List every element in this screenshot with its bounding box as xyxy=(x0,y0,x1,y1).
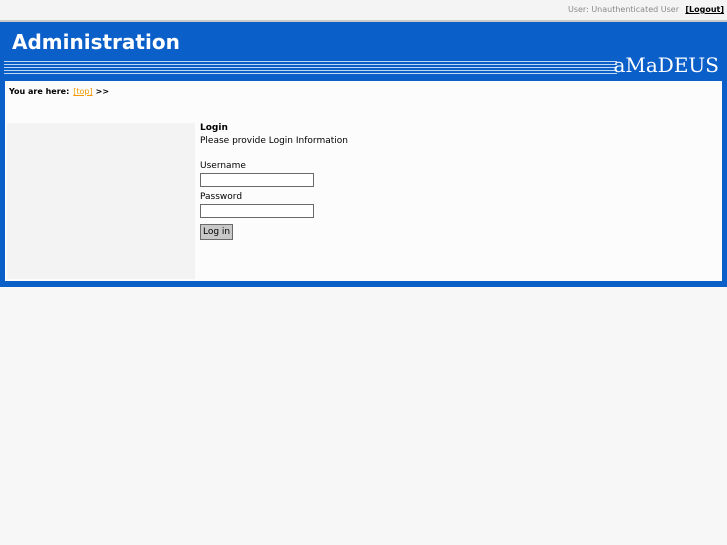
username-input[interactable] xyxy=(200,173,314,187)
header-stripes xyxy=(4,59,617,75)
breadcrumb-separator: >> xyxy=(95,87,110,96)
current-user-text: User: Unauthenticated User xyxy=(567,5,679,14)
breadcrumb-top-link[interactable]: [top] xyxy=(73,87,92,96)
top-bar: User: Unauthenticated User [Logout] xyxy=(0,0,727,22)
page-title: Administration xyxy=(12,30,180,54)
login-form: Login Please provide Login Information U… xyxy=(200,123,348,240)
login-hint: Please provide Login Information xyxy=(200,136,348,146)
username-label: Username xyxy=(200,161,246,171)
breadcrumb: You are here: [top] >> xyxy=(9,87,109,96)
breadcrumb-prefix: You are here: xyxy=(9,87,70,96)
sidebar xyxy=(7,123,195,279)
amadeus-logo: aMaDEUS xyxy=(613,53,719,77)
content-panel: You are here: [top] >> Login Please provid… xyxy=(5,81,722,281)
login-button[interactable]: Log in xyxy=(200,224,234,240)
password-input[interactable] xyxy=(200,204,314,218)
admin-frame: Administration aMaDEUS You are here: [top… xyxy=(0,22,727,287)
logout-link[interactable]: [Logout] xyxy=(685,5,724,14)
login-title: Login xyxy=(200,123,228,133)
password-label: Password xyxy=(200,192,243,202)
